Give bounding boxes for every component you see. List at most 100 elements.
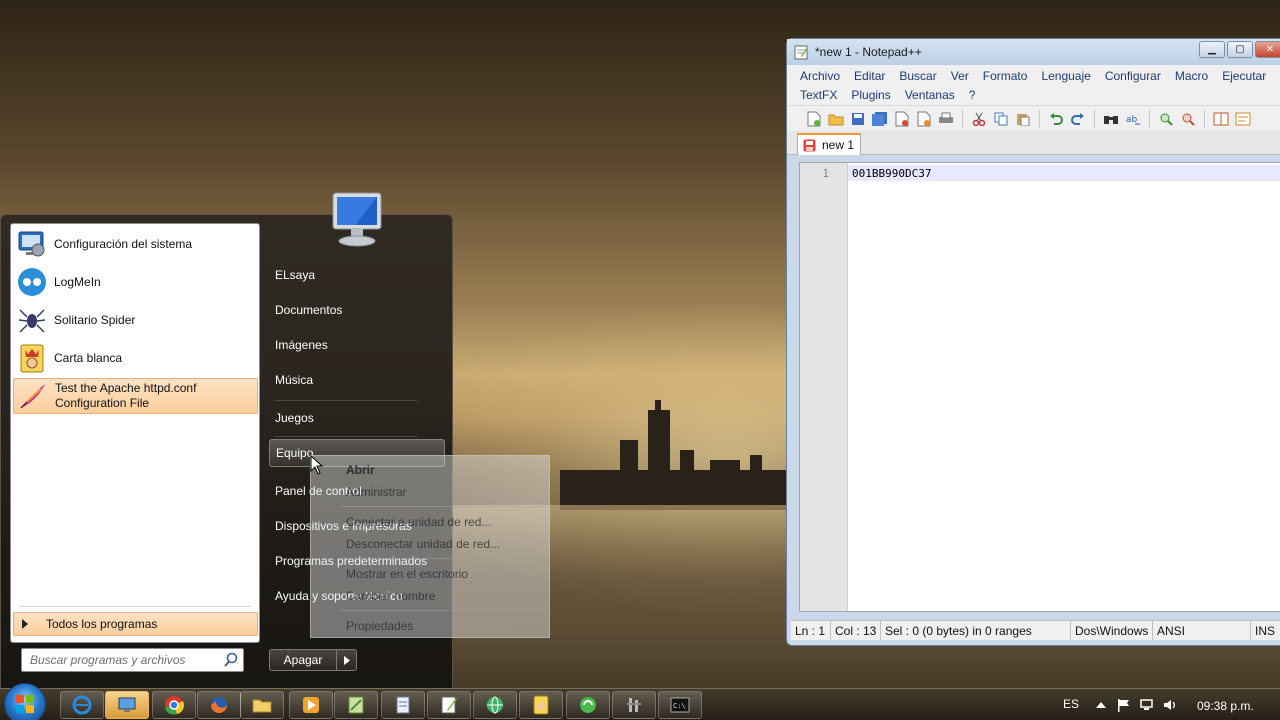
zoom-in-icon[interactable] — [1157, 110, 1175, 128]
zoom-out-icon[interactable] — [1179, 110, 1197, 128]
volume-icon[interactable] — [1162, 698, 1178, 712]
clock[interactable]: 09:38 p.m. — [1197, 699, 1254, 713]
taskbar-app-tool[interactable] — [612, 691, 656, 719]
firefox-icon — [211, 697, 227, 713]
menu-formato[interactable]: Formato — [976, 67, 1035, 86]
taskbar-chrome[interactable] — [152, 691, 196, 719]
show-hidden-icons-icon[interactable] — [1093, 698, 1109, 712]
svg-text:C:\: C:\ — [673, 702, 686, 710]
new-file-icon[interactable] — [805, 110, 823, 128]
taskbar-firefox[interactable] — [197, 691, 241, 719]
taskbar-media-player[interactable] — [289, 691, 333, 719]
open-file-icon[interactable] — [827, 110, 845, 128]
right-item-imagenes[interactable]: Imágenes — [269, 331, 445, 359]
taskbar-command-prompt[interactable]: C:\ — [658, 691, 702, 719]
taskbar-app-sync[interactable] — [566, 691, 610, 719]
taskbar-app-notes[interactable] — [381, 691, 425, 719]
document-edit-icon — [348, 696, 364, 714]
notes-icon — [396, 696, 410, 714]
menu-macro[interactable]: Macro — [1168, 67, 1215, 86]
right-item-label: Música — [275, 373, 314, 387]
save-all-icon[interactable] — [871, 110, 889, 128]
search-programs-input[interactable]: Buscar programas y archivos — [21, 648, 244, 672]
menu-ver[interactable]: Ver — [944, 67, 976, 86]
action-center-flag-icon[interactable] — [1116, 698, 1132, 712]
menu-plugins[interactable]: Plugins — [844, 86, 897, 105]
toolbar-separator — [962, 109, 963, 128]
redo-icon[interactable] — [1069, 110, 1087, 128]
menu-ejecutar[interactable]: Ejecutar — [1215, 67, 1273, 86]
notepadpp-titlebar[interactable]: *new 1 - Notepad++ ▁ ▢ ✕ — [787, 39, 1280, 65]
chrome-icon — [165, 696, 185, 715]
program-item-system-config[interactable]: Configuración del sistema — [13, 226, 258, 262]
menu-textfx[interactable]: TextFX — [793, 86, 844, 105]
freecell-icon — [20, 344, 44, 373]
program-item-apache-test[interactable]: Test the Apache httpd.conf Configuration… — [13, 378, 258, 414]
close-button[interactable]: ✕ — [1255, 41, 1280, 58]
program-label-line2: Configuration File — [55, 396, 150, 410]
right-item-juegos[interactable]: Juegos — [269, 404, 445, 432]
taskbar-internet-explorer[interactable] — [60, 691, 104, 719]
status-column: Col : 13 — [831, 621, 881, 640]
ctx-item-conectar[interactable]: Conectar a unidad de red... — [346, 515, 491, 529]
copy-icon[interactable] — [992, 110, 1010, 128]
menu-buscar[interactable]: Buscar — [892, 67, 943, 86]
menu-lenguaje[interactable]: Lenguaje — [1034, 67, 1097, 86]
print-icon[interactable] — [937, 110, 955, 128]
program-item-spider-solitaire[interactable]: Solitario Spider — [13, 302, 258, 338]
ctx-item-cambiar-nombre[interactable]: Cambiar nombre — [346, 589, 435, 603]
right-item-musica[interactable]: Música — [269, 366, 445, 394]
close-all-icon[interactable] — [915, 110, 933, 128]
program-label: Carta blanca — [54, 350, 123, 365]
ctx-item-desconectar[interactable]: Desconectar unidad de red... — [346, 537, 500, 551]
chevron-right-icon — [343, 655, 350, 665]
shutdown-button[interactable]: Apagar — [269, 649, 337, 671]
status-line: Ln : 1 — [791, 621, 831, 640]
editor-area[interactable]: 1 001BB990DC37 — [799, 162, 1280, 612]
ctx-item-abrir[interactable]: Abrir — [346, 463, 375, 477]
sync-icon — [580, 697, 596, 713]
menu-help[interactable]: ? — [962, 86, 983, 105]
minimize-button[interactable]: ▁ — [1199, 41, 1225, 58]
taskbar-app-freecell[interactable] — [519, 691, 563, 719]
save-icon[interactable] — [849, 110, 867, 128]
taskbar-app-green[interactable] — [334, 691, 378, 719]
language-indicator[interactable]: ES — [1063, 697, 1079, 711]
taskbar-explorer[interactable] — [240, 691, 284, 719]
editor-text-line[interactable]: 001BB990DC37 — [852, 167, 931, 180]
network-icon[interactable] — [1139, 698, 1155, 712]
menu-editar[interactable]: Editar — [847, 67, 892, 86]
menu-ventanas[interactable]: Ventanas — [898, 86, 962, 105]
taskbar-notepadpp[interactable] — [427, 691, 471, 719]
word-wrap-icon[interactable] — [1234, 110, 1252, 128]
find-icon[interactable] — [1102, 110, 1120, 128]
tab-label: new 1 — [822, 138, 855, 152]
search-icon — [224, 652, 238, 667]
replace-icon[interactable]: ab — [1124, 110, 1142, 128]
start-orb-button[interactable] — [4, 683, 46, 720]
program-item-logmein[interactable]: LogMeIn — [13, 264, 258, 300]
right-item-user[interactable]: ELsaya — [269, 261, 445, 289]
menu-configurar[interactable]: Configurar — [1098, 67, 1168, 86]
sync-scroll-icon[interactable] — [1212, 110, 1230, 128]
taskbar-remote-desktop[interactable] — [105, 691, 149, 719]
shutdown-options-button[interactable] — [337, 649, 357, 671]
mouse-cursor-icon — [310, 455, 324, 475]
tab-new-1[interactable]: new 1 — [797, 133, 862, 155]
program-label-apache: Test the Apache httpd.conf Configuration… — [55, 381, 196, 411]
ctx-item-administrar[interactable]: Administrar — [346, 485, 407, 499]
right-item-label: ELsaya — [275, 268, 316, 282]
right-item-documentos[interactable]: Documentos — [269, 296, 445, 324]
undo-icon[interactable] — [1047, 110, 1065, 128]
ctx-item-propiedades[interactable]: Propiedades — [346, 619, 413, 633]
taskbar-app-globe[interactable] — [473, 691, 517, 719]
menu-archivo[interactable]: Archivo — [793, 67, 847, 86]
ctx-separator — [341, 610, 546, 611]
program-item-freecell[interactable]: Carta blanca — [13, 340, 258, 376]
paste-icon[interactable] — [1014, 110, 1032, 128]
maximize-button[interactable]: ▢ — [1227, 41, 1253, 58]
cut-icon[interactable] — [970, 110, 988, 128]
ctx-item-mostrar-escritorio[interactable]: Mostrar en el escritorio — [346, 567, 468, 581]
all-programs-button[interactable]: Todos los programas — [13, 612, 258, 636]
close-file-icon[interactable] — [893, 110, 911, 128]
